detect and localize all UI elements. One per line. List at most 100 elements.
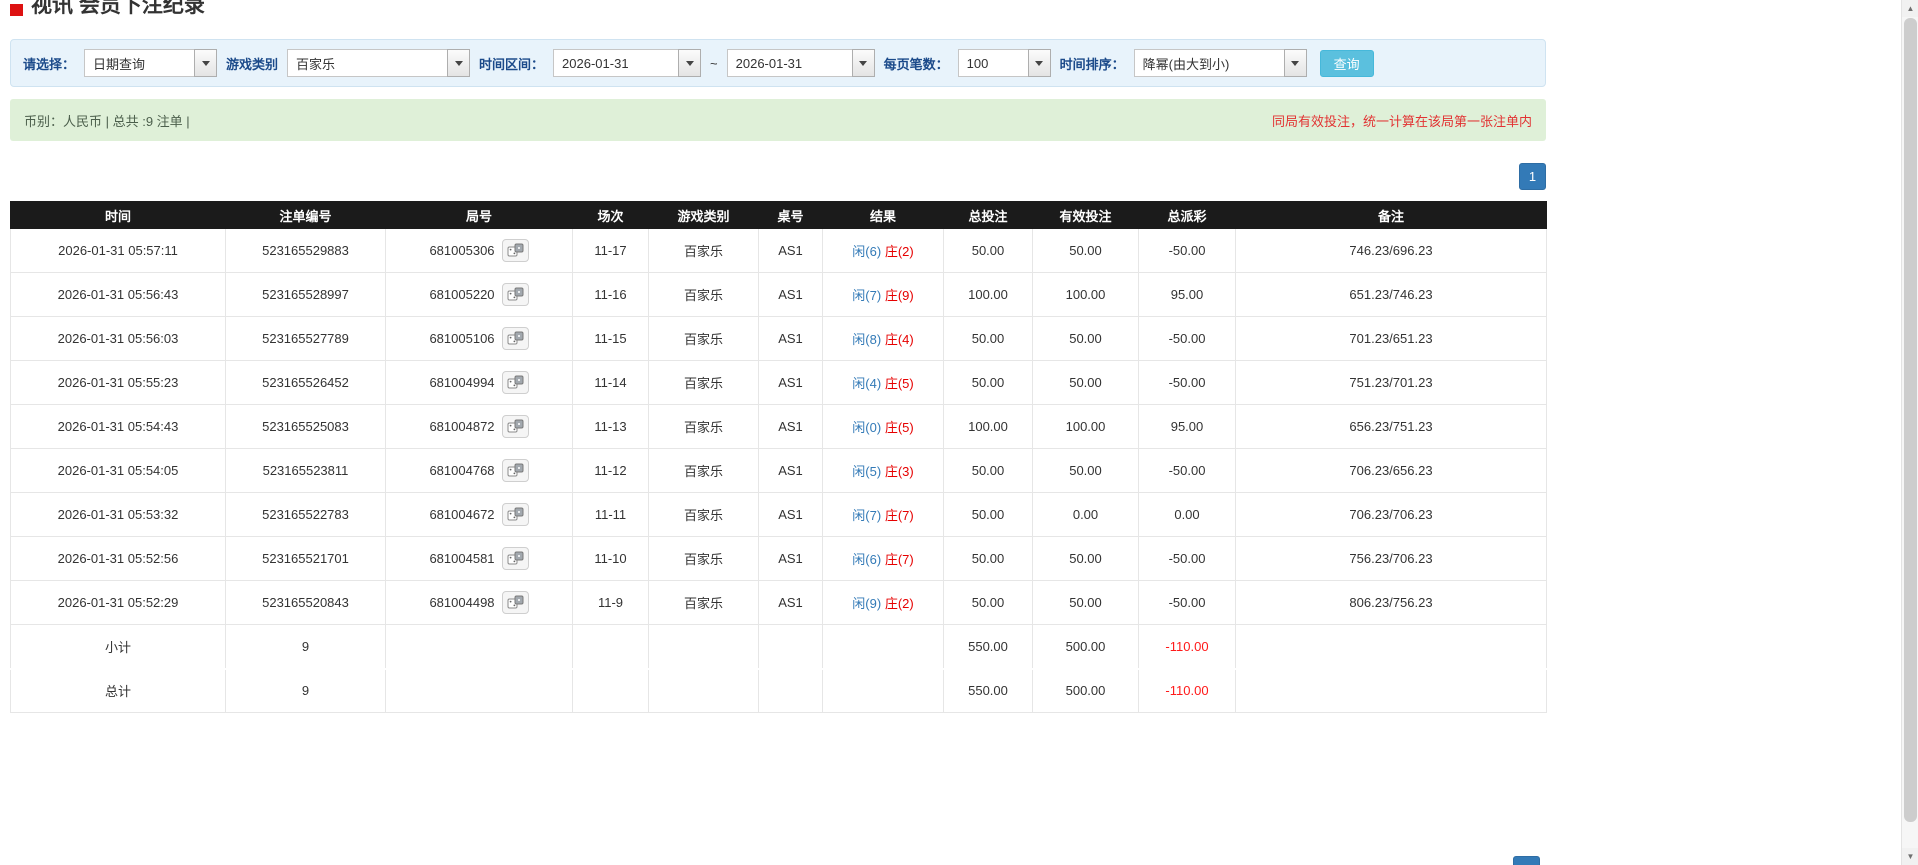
select-type-input[interactable] bbox=[84, 49, 195, 77]
chevron-down-icon bbox=[1291, 60, 1300, 66]
sort-order-dropdown-button[interactable] bbox=[1283, 49, 1307, 77]
cell-bet-id: 523165521701 bbox=[225, 536, 386, 581]
cell-payout: 0.00 bbox=[1138, 492, 1236, 537]
cell-note: 706.23/706.23 bbox=[1235, 492, 1547, 537]
cell-payout: -50.00 bbox=[1138, 580, 1236, 625]
result-banker: 庄(4) bbox=[884, 332, 914, 347]
page-size-combo bbox=[957, 49, 1051, 77]
cell-payout: 95.00 bbox=[1138, 404, 1236, 449]
date-from-dropdown-button[interactable] bbox=[678, 49, 702, 77]
cell-result: 闲(7) 庄(9) bbox=[822, 272, 944, 317]
result-banker: 庄(5) bbox=[884, 420, 914, 435]
cell-game-type: 百家乐 bbox=[648, 228, 759, 273]
cell-time: 2026-01-31 05:55:23 bbox=[10, 360, 226, 405]
cell-result: 闲(9) 庄(2) bbox=[822, 580, 944, 625]
round-number: 681005306 bbox=[429, 243, 495, 258]
sort-order-label: 时间排序： bbox=[1059, 56, 1125, 72]
dice-replay-icon[interactable] bbox=[501, 239, 529, 262]
dice-replay-icon[interactable] bbox=[501, 283, 529, 306]
page-size-dropdown-button[interactable] bbox=[1027, 49, 1051, 77]
game-type-dropdown-button[interactable] bbox=[447, 49, 471, 77]
red-logo-icon bbox=[10, 4, 23, 16]
table-row: 2026-01-31 05:53:32 523165522783 6810046… bbox=[10, 492, 1547, 537]
cell-total-bet: 100.00 bbox=[943, 272, 1033, 317]
round-number: 681004581 bbox=[429, 551, 495, 566]
search-button[interactable]: 查询 bbox=[1319, 49, 1374, 77]
dice-replay-icon[interactable] bbox=[501, 591, 529, 614]
bet-records-table: 时间 注单编号 局号 场次 游戏类别 桌号 结果 总投注 有效投注 总派彩 备注… bbox=[10, 201, 1547, 713]
game-type-input[interactable] bbox=[287, 49, 448, 77]
cell-session: 11-13 bbox=[572, 404, 649, 449]
dice-replay-icon[interactable] bbox=[501, 371, 529, 394]
result-banker: 庄(5) bbox=[884, 376, 914, 391]
header-session: 场次 bbox=[572, 201, 649, 229]
header-valid-bet: 有效投注 bbox=[1032, 201, 1139, 229]
table-row: 2026-01-31 05:56:43 523165528997 6810052… bbox=[10, 272, 1547, 317]
sort-order-input[interactable] bbox=[1133, 49, 1284, 77]
date-from-input[interactable] bbox=[553, 49, 679, 77]
cell-payout: -50.00 bbox=[1138, 536, 1236, 581]
table-row: 2026-01-31 05:52:29 523165520843 6810044… bbox=[10, 580, 1547, 625]
result-player: 闲(0) bbox=[852, 420, 882, 435]
cell-session: 11-17 bbox=[572, 228, 649, 273]
cell-round: 681004768 bbox=[385, 448, 573, 493]
total-row: 总计 9 550.00 500.00 -110.00 bbox=[10, 667, 1547, 713]
table-row: 2026-01-31 05:57:11 523165529883 6810053… bbox=[10, 228, 1547, 273]
cell-round: 681005220 bbox=[385, 272, 573, 317]
cell-payout: -50.00 bbox=[1138, 316, 1236, 361]
cell-round: 681004581 bbox=[385, 536, 573, 581]
header-game-type: 游戏类别 bbox=[648, 201, 759, 229]
pagination-top: 1 bbox=[10, 163, 1546, 190]
cell-valid-bet: 0.00 bbox=[1032, 492, 1139, 537]
page-1-button-bottom[interactable]: 1 bbox=[1513, 856, 1540, 865]
cell-valid-bet: 100.00 bbox=[1032, 404, 1139, 449]
cell-session: 11-10 bbox=[572, 536, 649, 581]
cell-bet-id: 523165522783 bbox=[225, 492, 386, 537]
cell-note: 756.23/706.23 bbox=[1235, 536, 1547, 581]
scroll-up-icon[interactable]: ▲ bbox=[1902, 0, 1918, 17]
header-note: 备注 bbox=[1235, 201, 1547, 229]
cell-bet-id: 523165528997 bbox=[225, 272, 386, 317]
cell-round: 681005306 bbox=[385, 228, 573, 273]
page-size-input[interactable] bbox=[957, 49, 1028, 77]
cell-table-no: AS1 bbox=[758, 360, 823, 405]
dice-replay-icon[interactable] bbox=[501, 415, 529, 438]
date-to-input[interactable] bbox=[726, 49, 852, 77]
scrollbar-thumb[interactable] bbox=[1904, 18, 1917, 822]
total-valid-bet: 500.00 bbox=[1032, 667, 1139, 713]
cell-time: 2026-01-31 05:56:43 bbox=[10, 272, 226, 317]
result-banker: 庄(2) bbox=[884, 596, 914, 611]
dice-replay-icon[interactable] bbox=[501, 503, 529, 526]
cell-time: 2026-01-31 05:56:03 bbox=[10, 316, 226, 361]
cell-result: 闲(4) 庄(5) bbox=[822, 360, 944, 405]
cell-bet-id: 523165527789 bbox=[225, 316, 386, 361]
dice-replay-icon[interactable] bbox=[501, 327, 529, 350]
dice-replay-icon[interactable] bbox=[501, 459, 529, 482]
vertical-scrollbar[interactable]: ▲ ▼ bbox=[1901, 0, 1918, 865]
cell-result: 闲(6) 庄(2) bbox=[822, 228, 944, 273]
cell-note: 651.23/746.23 bbox=[1235, 272, 1547, 317]
cell-session: 11-9 bbox=[572, 580, 649, 625]
total-count: 9 bbox=[225, 667, 386, 713]
scroll-down-icon[interactable]: ▼ bbox=[1902, 848, 1918, 865]
table-row: 2026-01-31 05:54:05 523165523811 6810047… bbox=[10, 448, 1547, 493]
cell-note: 706.23/656.23 bbox=[1235, 448, 1547, 493]
table-row: 2026-01-31 05:52:56 523165521701 6810045… bbox=[10, 536, 1547, 581]
cell-round: 681004672 bbox=[385, 492, 573, 537]
cell-time: 2026-01-31 05:52:29 bbox=[10, 580, 226, 625]
valid-bet-notice: 同局有效投注，统一计算在该局第一张注单内 bbox=[1271, 113, 1532, 129]
result-banker: 庄(2) bbox=[884, 244, 914, 259]
cell-game-type: 百家乐 bbox=[648, 404, 759, 449]
cell-payout: -50.00 bbox=[1138, 448, 1236, 493]
cell-game-type: 百家乐 bbox=[648, 536, 759, 581]
page-1-button[interactable]: 1 bbox=[1519, 163, 1546, 190]
cell-time: 2026-01-31 05:52:56 bbox=[10, 536, 226, 581]
cell-total-bet: 50.00 bbox=[943, 360, 1033, 405]
dice-replay-icon[interactable] bbox=[501, 547, 529, 570]
cell-valid-bet: 50.00 bbox=[1032, 580, 1139, 625]
date-to-dropdown-button[interactable] bbox=[851, 49, 875, 77]
select-type-dropdown-button[interactable] bbox=[194, 49, 218, 77]
result-player: 闲(4) bbox=[852, 376, 882, 391]
cell-session: 11-14 bbox=[572, 360, 649, 405]
cell-note: 746.23/696.23 bbox=[1235, 228, 1547, 273]
